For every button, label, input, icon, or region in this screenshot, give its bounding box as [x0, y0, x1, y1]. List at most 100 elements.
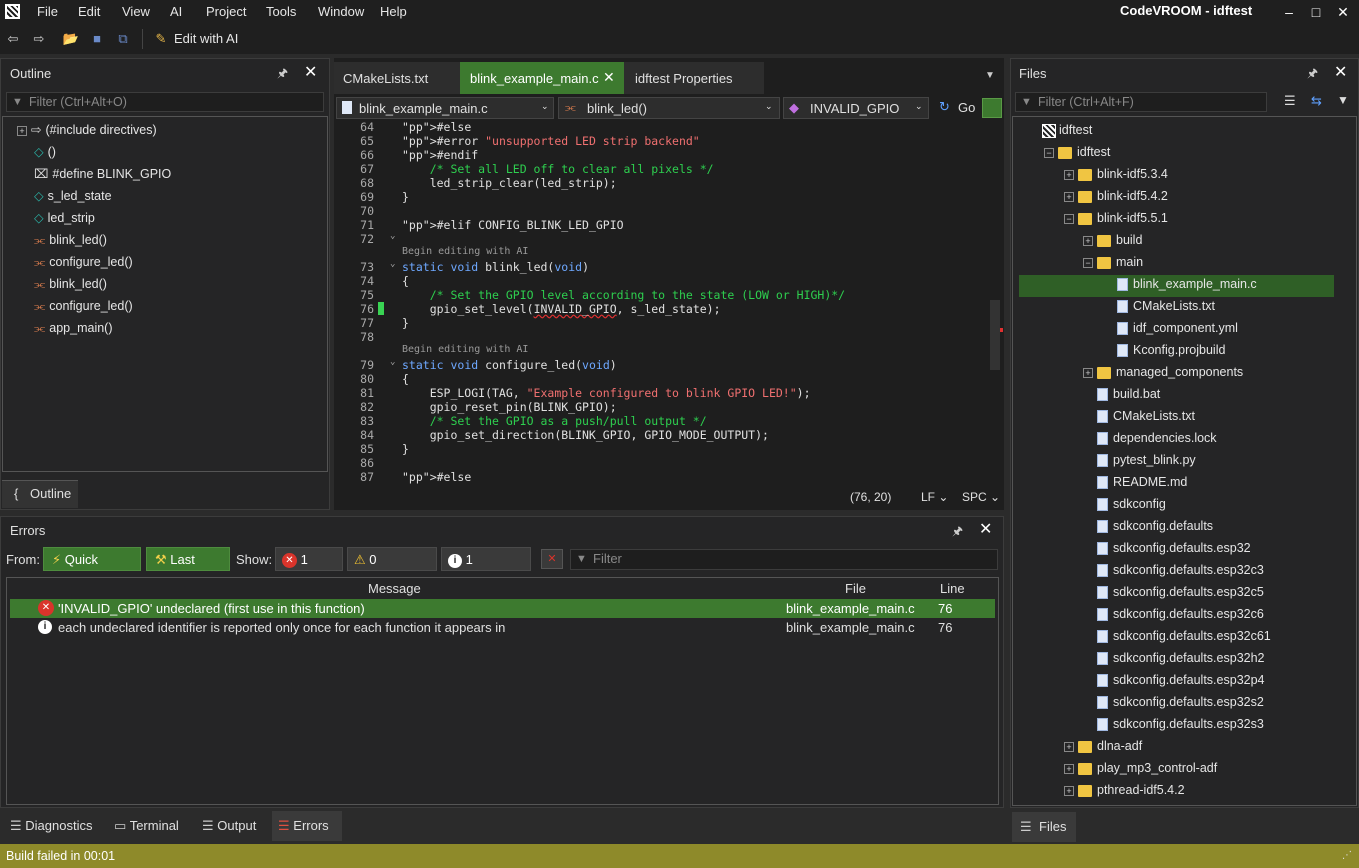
- resize-grip-icon[interactable]: ⋰: [1342, 850, 1352, 861]
- expand-icon[interactable]: +: [1064, 763, 1074, 774]
- folder-item[interactable]: − blink-idf5.5.1: [1064, 207, 1168, 229]
- code-line[interactable]: {: [402, 274, 409, 288]
- save-icon[interactable]: ■: [88, 30, 106, 48]
- fold-icon[interactable]: ⌄: [390, 231, 395, 241]
- fold-icon[interactable]: ⌄: [390, 259, 395, 269]
- menu-file[interactable]: File: [37, 4, 58, 19]
- code-line[interactable]: "pp">#endif: [402, 148, 478, 162]
- file-item[interactable]: CMakeLists.txt: [1103, 295, 1215, 317]
- menu-project[interactable]: Project: [206, 4, 246, 19]
- code-line[interactable]: }: [402, 442, 409, 456]
- files-filter-input[interactable]: ▼ Filter (Ctrl+Alt+F): [1015, 92, 1267, 112]
- ai-robot-icon[interactable]: [982, 98, 1002, 118]
- editor-scrollbar[interactable]: [990, 300, 1000, 370]
- code-line[interactable]: {: [402, 372, 409, 386]
- forward-arrow-icon[interactable]: ⇨: [30, 30, 48, 48]
- table-row[interactable]: ✕ 'INVALID_GPIO' undeclared (first use i…: [10, 599, 995, 618]
- tabs-dropdown-icon[interactable]: ▼: [985, 70, 995, 81]
- pin-icon[interactable]: 🖈: [952, 522, 963, 543]
- clear-errors-icon[interactable]: ✕: [541, 549, 563, 569]
- tab-idftest-properties[interactable]: idftest Properties: [624, 62, 764, 94]
- outline-tab[interactable]: { Outline: [2, 480, 78, 508]
- outline-filter-input[interactable]: ▼ Filter (Ctrl+Alt+O): [6, 92, 324, 112]
- pin-icon[interactable]: 🖈: [1307, 64, 1318, 85]
- menu-help[interactable]: Help: [380, 4, 407, 19]
- outline-item[interactable]: ⫘ configure_led(): [34, 251, 133, 273]
- close-window-icon[interactable]: ✕: [1332, 3, 1354, 21]
- code-line[interactable]: "pp">#else: [402, 470, 471, 484]
- outline-item[interactable]: ◇ s_led_state: [34, 185, 112, 207]
- folder-item[interactable]: − idftest: [1044, 141, 1110, 163]
- file-item[interactable]: build.bat: [1083, 383, 1160, 405]
- minimize-icon[interactable]: –: [1278, 3, 1300, 21]
- code-line[interactable]: }: [402, 316, 409, 330]
- file-item[interactable]: sdkconfig: [1083, 493, 1166, 515]
- code-line[interactable]: static void configure_led(void): [402, 358, 617, 372]
- table-row[interactable]: i each undeclared identifier is reported…: [10, 618, 995, 637]
- file-item[interactable]: sdkconfig.defaults.esp32c61: [1083, 625, 1271, 647]
- maximize-icon[interactable]: □: [1305, 3, 1327, 21]
- file-item[interactable]: CMakeLists.txt: [1083, 405, 1195, 427]
- file-item[interactable]: sdkconfig.defaults.esp32c5: [1083, 581, 1264, 603]
- nav-symbol-select[interactable]: ◆ INVALID_GPIO ⌄: [783, 97, 929, 119]
- collapse-icon[interactable]: −: [1064, 213, 1074, 224]
- file-item[interactable]: blink_example_main.c: [1103, 273, 1257, 295]
- collapse-icon[interactable]: −: [1044, 147, 1054, 158]
- ai-edit-hint[interactable]: Begin editing with AI: [402, 344, 528, 355]
- file-item[interactable]: sdkconfig.defaults.esp32: [1083, 537, 1251, 559]
- fold-icon[interactable]: ⌄: [390, 357, 395, 367]
- code-line[interactable]: ESP_LOGI(TAG, "Example configured to bli…: [402, 386, 811, 400]
- outline-item[interactable]: ⫘ configure_led(): [34, 295, 133, 317]
- code-line[interactable]: "pp">#error "unsupported LED strip backe…: [402, 134, 700, 148]
- go-button[interactable]: ↻ Go: [936, 97, 978, 119]
- folder-item[interactable]: − main: [1083, 251, 1143, 273]
- close-outline-icon[interactable]: ✕: [304, 62, 317, 82]
- warnings-filter-toggle[interactable]: ⚠ 0 warnings: [347, 547, 437, 591]
- menu-window[interactable]: Window: [318, 4, 364, 19]
- tab-output[interactable]: ☰ Output: [196, 811, 266, 841]
- file-item[interactable]: sdkconfig.defaults.esp32c3: [1083, 559, 1264, 581]
- folder-item[interactable]: + play_mp3_control-adf: [1064, 757, 1217, 779]
- outline-item[interactable]: ⫘ blink_led(): [34, 229, 107, 251]
- file-item[interactable]: idf_component.yml: [1103, 317, 1238, 339]
- menu-tools[interactable]: Tools: [266, 4, 296, 19]
- errors-filter-input[interactable]: ▼ Filter: [570, 549, 998, 570]
- close-errors-icon[interactable]: ✕: [979, 519, 992, 539]
- ai-edit-hint[interactable]: Begin editing with AI: [402, 246, 528, 257]
- code-line[interactable]: gpio_reset_pin(BLINK_GPIO);: [402, 400, 617, 414]
- code-line[interactable]: /* Set the GPIO as a push/pull output */: [402, 414, 707, 428]
- sync-icon[interactable]: ⇆: [1311, 93, 1322, 109]
- file-item[interactable]: sdkconfig.defaults.esp32s3: [1083, 713, 1264, 735]
- code-line[interactable]: led_strip_clear(led_strip);: [402, 176, 617, 190]
- code-line[interactable]: /* Set all LED off to clear all pixels *…: [402, 162, 714, 176]
- code-line[interactable]: }: [402, 190, 409, 204]
- close-tab-icon[interactable]: ✕: [603, 69, 615, 86]
- tab-errors[interactable]: ☰ Errors: [272, 811, 342, 841]
- last-build-button[interactable]: ⚒ Last Build: [146, 547, 230, 591]
- folder-item[interactable]: + dlna-adf: [1064, 735, 1142, 757]
- tab-terminal[interactable]: ▭ Terminal: [108, 811, 192, 841]
- folder-item[interactable]: + managed_components: [1083, 361, 1243, 383]
- tab-cmakelists[interactable]: CMakeLists.txt: [334, 62, 460, 94]
- expand-icon[interactable]: +: [1083, 235, 1093, 246]
- line-ending-select[interactable]: LF ⌄: [921, 490, 948, 504]
- menu-edit[interactable]: Edit: [78, 4, 100, 19]
- file-item[interactable]: README.md: [1083, 471, 1187, 493]
- open-folder-icon[interactable]: 📂: [62, 30, 80, 48]
- outline-item[interactable]: + ⇨ (#include directives): [17, 119, 157, 141]
- collapse-all-icon[interactable]: ☰: [1284, 93, 1296, 109]
- code-line[interactable]: "pp">#else: [402, 120, 471, 134]
- code-line[interactable]: static void blink_led(void): [402, 260, 589, 274]
- outline-item[interactable]: ◇(): [34, 141, 56, 163]
- file-item[interactable]: dependencies.lock: [1083, 427, 1217, 449]
- folder-item[interactable]: + blink-idf5.3.4: [1064, 163, 1168, 185]
- code-line[interactable]: gpio_set_level(INVALID_GPIO, s_led_state…: [402, 302, 721, 316]
- folder-item[interactable]: + build: [1083, 229, 1142, 251]
- folder-item[interactable]: idftest: [1042, 119, 1092, 141]
- outline-item[interactable]: ⌧ #define BLINK_GPIO: [34, 163, 171, 185]
- close-files-icon[interactable]: ✕: [1334, 62, 1347, 82]
- file-item[interactable]: sdkconfig.defaults.esp32p4: [1083, 669, 1265, 691]
- errors-filter-toggle[interactable]: ✕ 1 error: [275, 547, 343, 591]
- messages-filter-toggle[interactable]: i 1 message: [441, 547, 531, 591]
- expand-icon[interactable]: +: [1064, 785, 1074, 796]
